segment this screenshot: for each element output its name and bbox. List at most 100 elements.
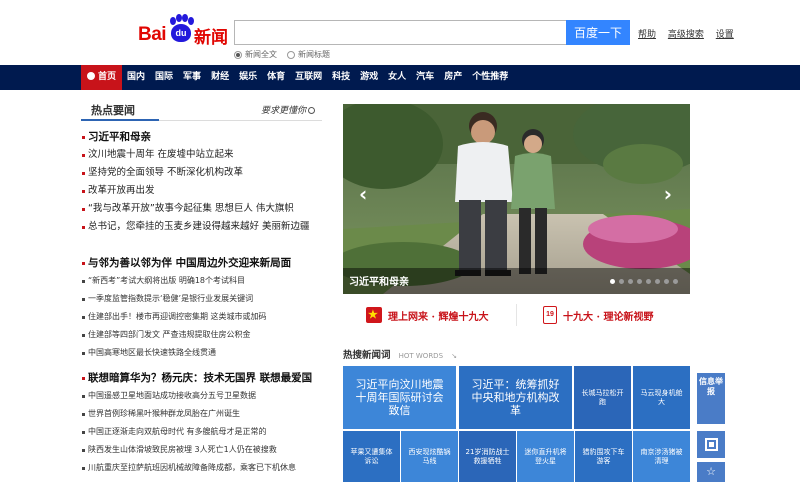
news-text: 改革开放再出发 [88, 185, 155, 196]
nav-item-5[interactable]: 娱乐 [234, 65, 262, 90]
news-item[interactable]: 汶川地震十周年 在废墟中站立起来 [82, 146, 332, 164]
radio-title[interactable]: 新闻标题 [287, 49, 330, 60]
headline-carousel[interactable]: ‹ › 习近平和母亲 [343, 104, 690, 294]
banner-party[interactable]: 理上网来 · 辉煌十九大 [366, 300, 488, 330]
news-item[interactable]: 住建部等四部门发文 严查违规提取住房公积金 [82, 326, 332, 344]
nav-item-label: 科技 [332, 72, 351, 82]
banner-nineteen[interactable]: 19 十九大 · 理论新视野 [543, 300, 653, 330]
carousel-dot[interactable] [637, 279, 642, 284]
bullet-icon [82, 208, 85, 211]
personalize-slogan[interactable]: 要求更懂你 [261, 103, 316, 116]
bullet-icon [82, 413, 85, 416]
search-button[interactable]: 百度一下 [566, 20, 630, 45]
nav-item-9[interactable]: 游戏 [355, 65, 383, 90]
nav-item-10[interactable]: 女人 [383, 65, 411, 90]
nav-item-4[interactable]: 财经 [206, 65, 234, 90]
nav-item-13[interactable]: 个性推荐 [467, 65, 513, 90]
news-headline[interactable]: 习近平和母亲 [82, 128, 332, 146]
carousel-dot[interactable] [619, 279, 624, 284]
carousel-dot[interactable] [610, 279, 615, 284]
carousel-next-arrow[interactable]: › [664, 182, 672, 206]
carousel-dots [610, 279, 678, 284]
news-item[interactable]: 一季度监管指数提示‘稳健’是银行业发展关键词 [82, 290, 332, 308]
hot-word-tile[interactable]: 21岁消防战士救援牺牲 [459, 431, 516, 482]
nav-item-2[interactable]: 国际 [150, 65, 178, 90]
settings-link[interactable]: 设置 [716, 30, 734, 40]
news-item[interactable]: 总书记，您牵挂的玉麦乡建设得越来越好 美丽新边疆 [82, 218, 332, 236]
news-text: 与邻为善以邻为伴 中国周边外交迎来新局面 [88, 257, 292, 269]
news-headline[interactable]: 与邻为善以邻为伴 中国周边外交迎来新局面 [82, 254, 332, 272]
bullet-icon [82, 172, 85, 175]
nav-item-12[interactable]: 房产 [439, 65, 467, 90]
bullet-icon [82, 449, 85, 452]
news-text: 一季度监管指数提示‘稳健’是银行业发展关键词 [88, 294, 254, 303]
hot-word-tile[interactable]: 马云现身机舱大 [633, 366, 690, 429]
news-item[interactable]: 中国遥感卫星地面站成功接收高分五号卫星数据 [82, 387, 332, 405]
baidu-news-logo[interactable]: Bai du 新闻 [138, 12, 230, 48]
carousel-dot[interactable] [646, 279, 651, 284]
news-text: 川航重庆至拉萨航班因机械故障备降成都，乘客已下机休息 [88, 463, 296, 472]
hot-word-tile[interactable]: 南京涉汤猪被清理 [633, 431, 690, 482]
news-text: 坚持党的全面领导 不断深化机构改革 [88, 167, 244, 178]
hot-word-tile[interactable]: 迷你直升机将登火星 [517, 431, 574, 482]
bullet-icon [82, 316, 85, 319]
carousel-dot[interactable] [673, 279, 678, 284]
header: Bai du 新闻 百度一下 帮助 高级搜索 设置 新闻全文 新闻标题 [0, 0, 800, 64]
nav-item-1[interactable]: 国内 [122, 65, 150, 90]
news-text: 中国遥感卫星地面站成功接收高分五号卫星数据 [88, 391, 256, 400]
report-button[interactable]: 信息举报 [697, 373, 725, 424]
carousel-dot[interactable] [664, 279, 669, 284]
help-link[interactable]: 帮助 [638, 30, 656, 40]
hot-words-subtitle: HOT WORDS [398, 352, 444, 360]
news-text: 住建部出手！楼市再迎调控密集期 这类城市或加码 [88, 312, 267, 321]
favorite-star-icon[interactable]: ☆ [697, 462, 725, 482]
top-links: 帮助 高级搜索 设置 [638, 27, 743, 40]
nav-item-8[interactable]: 科技 [327, 65, 355, 90]
hot-word-tile[interactable]: 苹果又遭集体诉讼 [343, 431, 400, 482]
carousel-dot[interactable] [655, 279, 660, 284]
news-item[interactable]: “我与改革开放”故事今起征集 思想巨人 伟大旗帜 [82, 200, 332, 218]
carousel-caption[interactable]: 习近平和母亲 [349, 273, 409, 288]
news-item[interactable]: 坚持党的全面领导 不断深化机构改革 [82, 164, 332, 182]
news-item[interactable]: 世界首例珍稀黑叶猴种群龙凤胎在广州诞生 [82, 405, 332, 423]
hot-word-tile[interactable]: 习近平向汶川地震十周年国际研讨会致信 [343, 366, 456, 429]
news-text: “新西考”考试大纲将出版 明确18个考试科目 [88, 276, 246, 285]
search-input[interactable] [234, 20, 567, 45]
news-headline[interactable]: 联想暗算华为？杨元庆：技术无国界 联想最爱国 [82, 369, 332, 387]
carousel-prev-arrow[interactable]: ‹ [359, 182, 367, 206]
qr-code-button[interactable] [697, 431, 725, 458]
hot-word-tile[interactable]: 猎豹围攻下车游客 [575, 431, 632, 482]
news-item[interactable]: “新西考”考试大纲将出版 明确18个考试科目 [82, 272, 332, 290]
nav-item-label: 互联网 [295, 72, 323, 82]
news-item[interactable]: 川航重庆至拉萨航班因机械故障备降成都，乘客已下机休息 [82, 459, 332, 477]
search-scope-radios: 新闻全文 新闻标题 [234, 49, 330, 60]
news-item[interactable]: 改革开放再出发 [82, 182, 332, 200]
carousel-dot[interactable] [628, 279, 633, 284]
radio-fulltext[interactable]: 新闻全文 [234, 49, 277, 60]
bullet-icon [82, 334, 85, 337]
bullet-icon [82, 298, 85, 301]
clock-icon [308, 107, 316, 114]
nav-item-7[interactable]: 互联网 [290, 65, 327, 90]
party-flag-icon [366, 307, 382, 323]
hot-word-tile[interactable]: 习近平：统筹抓好中央和地方机构改革 [459, 366, 572, 429]
nav-item-6[interactable]: 体育 [262, 65, 290, 90]
section-underline [81, 119, 159, 121]
news-text: 世界首例珍稀黑叶猴种群龙凤胎在广州诞生 [88, 409, 240, 418]
nav-item-3[interactable]: 军事 [178, 65, 206, 90]
nav-item-11[interactable]: 汽车 [411, 65, 439, 90]
news-text: 中国正逐渐走向双航母时代 有多艘航母才是正常的 [88, 427, 267, 436]
advanced-search-link[interactable]: 高级搜索 [668, 30, 704, 40]
hot-word-tile[interactable]: 西安现炫酷锅马线 [401, 431, 458, 482]
paw-icon: du [169, 14, 194, 44]
news-item[interactable]: 住建部出手！楼市再迎调控密集期 这类城市或加码 [82, 308, 332, 326]
nav-item-0[interactable]: 首页 [81, 65, 123, 90]
nav-item-label: 军事 [183, 72, 202, 82]
news-text: 汶川地震十周年 在废墟中站立起来 [88, 149, 234, 160]
bullet-icon [82, 395, 85, 398]
news-item[interactable]: 中国正逐渐走向双航母时代 有多艘航母才是正常的 [82, 423, 332, 441]
bullet-icon [82, 262, 85, 265]
hot-word-tile[interactable]: 长城马拉松开跑 [574, 366, 631, 429]
news-item[interactable]: 中国高寒地区最长快速铁路全线贯通 [82, 344, 332, 362]
news-item[interactable]: 陕西发生山体滑坡致民房被埋 3人死亡1人仍在被搜救 [82, 441, 332, 459]
